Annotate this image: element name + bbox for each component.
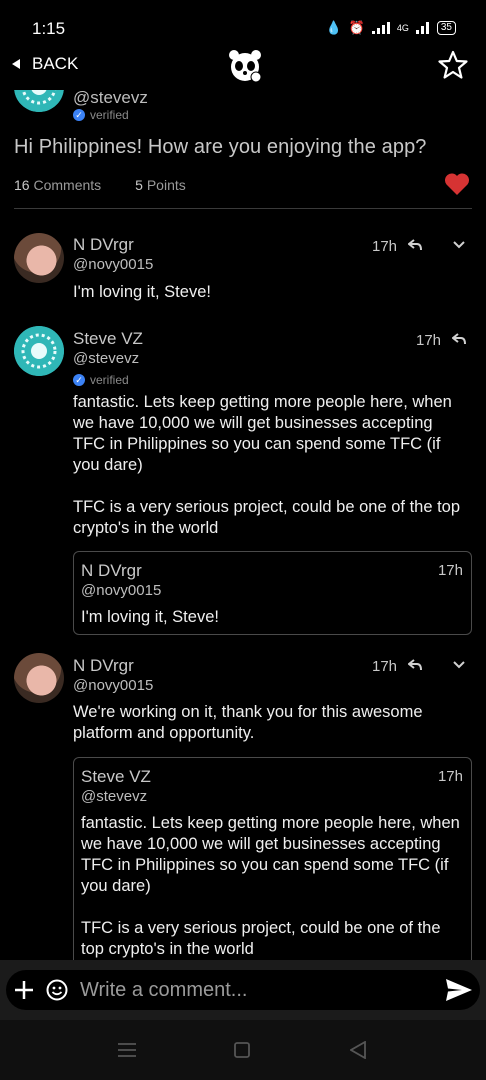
comments-stat[interactable]: 16 Comments <box>14 177 101 193</box>
comment-time: 17h <box>372 658 398 675</box>
status-bar: 1:15 💧 ⏰ 4G 35 <box>0 0 486 44</box>
comment-verified-badge: ✓ verified <box>73 373 129 387</box>
chevron-down-icon[interactable] <box>453 661 465 669</box>
heart-icon[interactable] <box>444 172 470 196</box>
points-label: Points <box>146 177 186 193</box>
quoted-time: 17h <box>437 768 463 785</box>
points-count: 5 <box>135 177 143 193</box>
reply-icon[interactable] <box>408 659 422 671</box>
chevron-down-icon[interactable] <box>453 241 465 249</box>
quoted-text: I'm loving it, Steve! <box>81 608 219 626</box>
signal-icon <box>371 22 390 34</box>
quoted-time: 17h <box>437 562 463 579</box>
comment-author-handle[interactable]: @stevevz <box>73 350 139 367</box>
post-stats: 16 Comments 5 Points <box>14 177 186 193</box>
comment-avatar[interactable] <box>14 326 64 376</box>
comment-input[interactable]: Write a comment... <box>80 979 247 1002</box>
quoted-author-name: N DVrgr <box>81 561 142 580</box>
divider <box>14 208 472 209</box>
reply-icon[interactable] <box>452 333 466 345</box>
comment-author-name[interactable]: N DVrgr <box>73 656 134 676</box>
comment-text: I'm loving it, Steve! <box>73 283 211 301</box>
top-bar: BACK <box>0 44 486 90</box>
quoted-comment[interactable]: N DVrgr @novy0015 17h I'm loving it, Ste… <box>73 551 472 635</box>
comment-author-handle[interactable]: @novy0015 <box>73 677 153 694</box>
comments-count: 16 <box>14 177 30 193</box>
comments-label: Comments <box>33 177 102 193</box>
alarm-icon: ⏰ <box>348 20 365 35</box>
comment-time: 17h <box>372 238 398 255</box>
status-time: 1:15 <box>32 19 66 38</box>
post-author-handle[interactable]: @stevevz <box>73 88 148 108</box>
post-title: Hi Philippines! How are you enjoying the… <box>14 136 427 158</box>
comment-author-handle[interactable]: @novy0015 <box>73 256 153 273</box>
post-verified-badge: ✓ verified <box>73 108 129 122</box>
quoted-author-name: Steve VZ <box>81 767 151 786</box>
points-stat[interactable]: 5 Points <box>135 177 186 193</box>
back-label: BACK <box>32 54 79 73</box>
comment-time: 17h <box>416 332 442 349</box>
home-icon[interactable] <box>234 1042 250 1058</box>
emoji-icon[interactable] <box>46 979 68 1001</box>
comment-text: fantastic. Lets keep getting more people… <box>73 393 461 537</box>
comment-author-name[interactable]: Steve VZ <box>73 329 143 349</box>
network-type: 4G <box>396 23 409 33</box>
menu-icon[interactable] <box>118 1043 136 1057</box>
quoted-author-handle: @novy0015 <box>81 582 162 599</box>
comment-input-container[interactable]: Write a comment... <box>6 970 480 1010</box>
battery-icon: 35 <box>436 21 456 35</box>
back-button[interactable]: BACK <box>12 54 78 74</box>
comment-author-name[interactable]: N DVrgr <box>73 235 134 255</box>
verified-label: verified <box>90 373 129 387</box>
status-icons: 💧 ⏰ 4G 35 <box>325 20 456 36</box>
quoted-comment[interactable]: Steve VZ @stevevz 17h fantastic. Lets ke… <box>73 757 472 979</box>
comment-avatar[interactable] <box>14 233 64 283</box>
signal-icon-2 <box>415 22 429 34</box>
system-nav-bar <box>0 1020 486 1080</box>
verified-check-icon: ✓ <box>73 109 85 121</box>
quoted-author-handle: @stevevz <box>81 788 148 805</box>
comment-avatar[interactable] <box>14 653 64 703</box>
quoted-text: fantastic. Lets keep getting more people… <box>81 814 460 958</box>
send-icon[interactable] <box>446 979 472 1001</box>
data-saver-icon: 💧 <box>325 20 342 35</box>
verified-check-icon: ✓ <box>73 374 85 386</box>
verified-label: verified <box>90 108 129 122</box>
back-arrow-icon <box>12 59 20 69</box>
comment-composer: Write a comment... <box>0 960 486 1020</box>
mandala-icon <box>14 326 64 376</box>
comment-text: We're working on it, thank you for this … <box>73 703 428 742</box>
add-icon[interactable] <box>14 980 34 1000</box>
back-nav-icon[interactable] <box>350 1041 366 1059</box>
star-icon[interactable] <box>438 50 468 80</box>
panda-logo-icon[interactable] <box>227 48 263 84</box>
reply-icon[interactable] <box>408 239 422 251</box>
